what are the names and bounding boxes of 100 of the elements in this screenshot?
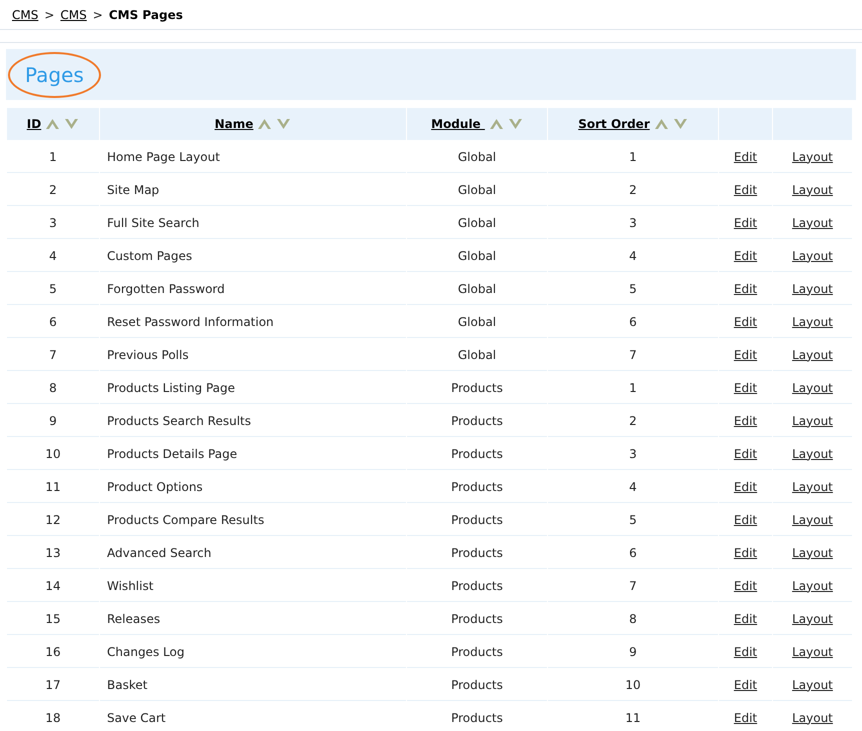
layout-link[interactable]: Layout: [792, 380, 833, 394]
table-cell: Full Site Search: [107, 216, 200, 230]
column-header[interactable]: Sort Order: [548, 108, 718, 140]
table-cell: 6: [629, 314, 637, 328]
edit-link[interactable]: Edit: [734, 282, 758, 296]
layout-link[interactable]: Layout: [792, 414, 833, 428]
sort-up-icon[interactable]: [654, 118, 669, 130]
edit-link[interactable]: Edit: [734, 612, 758, 626]
breadcrumb-link[interactable]: CMS: [12, 6, 38, 24]
edit-link[interactable]: Edit: [734, 414, 758, 428]
layout-link[interactable]: Layout: [792, 446, 833, 460]
column-header[interactable]: Name: [100, 108, 406, 140]
edit-link[interactable]: Edit: [734, 314, 758, 328]
table-cell: 1: [629, 380, 637, 394]
table-cell: Home Page Layout: [107, 150, 220, 164]
table-cell: Products: [451, 612, 503, 626]
table-cell: Site Map: [107, 182, 160, 196]
table-cell: 15: [45, 612, 61, 626]
layout-link[interactable]: Layout: [792, 150, 833, 164]
layout-link[interactable]: Layout: [792, 710, 833, 724]
edit-link[interactable]: Edit: [734, 216, 758, 230]
edit-link[interactable]: Edit: [734, 578, 758, 592]
breadcrumb-separator: >: [92, 6, 103, 24]
table-cell: Releases: [107, 612, 160, 626]
table-cell: Custom Pages: [107, 248, 192, 262]
layout-link[interactable]: Layout: [792, 182, 833, 196]
layout-link[interactable]: Layout: [792, 348, 833, 362]
edit-link[interactable]: Edit: [734, 710, 758, 724]
table-cell: Advanced Search: [107, 546, 212, 560]
table-cell: Global: [458, 314, 496, 328]
column-header[interactable]: ID: [7, 108, 99, 140]
edit-link[interactable]: Edit: [734, 512, 758, 526]
layout-link[interactable]: Layout: [792, 612, 833, 626]
table-cell: 8: [629, 612, 637, 626]
sort-down-icon[interactable]: [276, 118, 292, 130]
column-header[interactable]: Module: [407, 108, 547, 140]
column-sort-link[interactable]: ID: [26, 115, 42, 133]
table-cell: 6: [629, 546, 637, 560]
table-cell: Products: [451, 480, 503, 494]
layout-link[interactable]: Layout: [792, 512, 833, 526]
layout-link[interactable]: Layout: [792, 282, 833, 296]
table-cell: Products Details Page: [107, 446, 238, 460]
table-cell: 9: [49, 414, 57, 428]
layout-link[interactable]: Layout: [792, 644, 833, 658]
layout-link[interactable]: Layout: [792, 248, 833, 262]
table-cell: Previous Polls: [107, 348, 189, 362]
layout-link[interactable]: Layout: [792, 314, 833, 328]
edit-link[interactable]: Edit: [734, 182, 758, 196]
table-cell: Basket: [107, 678, 148, 692]
table-cell: 3: [49, 216, 57, 230]
sort-down-icon[interactable]: [64, 118, 80, 130]
table-cell: 4: [629, 248, 637, 262]
edit-link[interactable]: Edit: [734, 380, 758, 394]
sort-down-icon[interactable]: [672, 118, 688, 130]
table-cell: 18: [45, 710, 61, 724]
edit-link[interactable]: Edit: [734, 480, 758, 494]
table-cell: Products: [451, 446, 503, 460]
table-cell: Global: [458, 348, 496, 362]
table-cell: Global: [458, 248, 496, 262]
edit-link[interactable]: Edit: [734, 678, 758, 692]
edit-link[interactable]: Edit: [734, 248, 758, 262]
layout-link[interactable]: Layout: [792, 546, 833, 560]
sort-down-icon[interactable]: [508, 118, 523, 130]
table-cell: 11: [45, 480, 61, 494]
table-cell: Changes Log: [107, 644, 184, 658]
table-cell: 9: [629, 644, 637, 658]
table-cell: 17: [45, 678, 61, 692]
sort-up-icon[interactable]: [488, 118, 504, 130]
sort-up-icon[interactable]: [257, 118, 272, 130]
table-cell: 12: [45, 512, 61, 526]
edit-link[interactable]: Edit: [734, 150, 758, 164]
layout-link[interactable]: Layout: [792, 216, 833, 230]
edit-link[interactable]: Edit: [734, 348, 758, 362]
edit-link[interactable]: Edit: [734, 546, 758, 560]
table-cell: Save Cart: [107, 710, 166, 724]
table-cell: 4: [629, 480, 637, 494]
column-sort-link[interactable]: Module: [431, 115, 485, 133]
table-cell: Forgotten Password: [107, 282, 225, 296]
breadcrumb-current: CMS Pages: [108, 6, 183, 24]
table-cell: 2: [629, 414, 637, 428]
table-cell: Products Listing Page: [107, 380, 236, 394]
table-cell: Products: [451, 710, 503, 724]
table-cell: Wishlist: [107, 578, 154, 592]
table-cell: 14: [45, 578, 61, 592]
breadcrumb-link[interactable]: CMS: [60, 6, 87, 24]
column-sort-link[interactable]: Name: [214, 115, 254, 133]
table-cell: 1: [629, 150, 637, 164]
table-cell: 5: [629, 282, 637, 296]
table-cell: 1: [49, 150, 57, 164]
edit-link[interactable]: Edit: [734, 644, 758, 658]
table-cell: Products Compare Results: [107, 512, 264, 526]
layout-link[interactable]: Layout: [792, 678, 833, 692]
layout-link[interactable]: Layout: [792, 578, 833, 592]
breadcrumb-separator: >: [44, 6, 54, 24]
edit-link[interactable]: Edit: [734, 446, 758, 460]
layout-link[interactable]: Layout: [792, 480, 833, 494]
sort-up-icon[interactable]: [45, 118, 60, 130]
column-sort-link[interactable]: Sort Order: [578, 115, 650, 133]
table-cell: 4: [49, 248, 57, 262]
table-cell: 16: [45, 644, 61, 658]
